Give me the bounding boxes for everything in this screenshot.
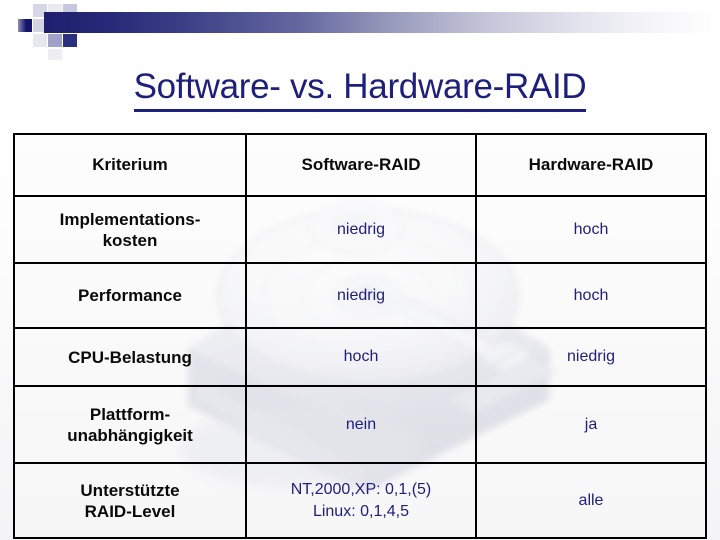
table-row: Plattform- unabhängigkeit nein ja xyxy=(13,385,707,464)
mosaic-square xyxy=(48,34,62,47)
column-header-software-raid: Software-RAID xyxy=(245,133,477,197)
value-line: niedrig xyxy=(336,286,386,304)
mosaic-square xyxy=(63,34,77,47)
criterion-line: Unterstützte xyxy=(80,480,180,500)
criterion-line: Plattform- xyxy=(89,404,171,424)
table-header-row: Kriterium Software-RAID Hardware-RAID xyxy=(13,133,707,197)
criterion-line: unabhängigkeit xyxy=(67,425,193,445)
cell-criterion: Implementations- kosten xyxy=(13,195,247,264)
value-line: nein xyxy=(345,415,377,433)
cell-software-value: nein xyxy=(245,385,477,464)
cell-software-value: NT,2000,XP: 0,1,(5) Linux: 0,1,4,5 xyxy=(245,462,477,539)
header-gradient-bar xyxy=(44,12,720,33)
value-line: ja xyxy=(584,415,598,433)
cell-hardware-value: niedrig xyxy=(475,327,707,387)
cell-criterion: Plattform- unabhängigkeit xyxy=(13,385,247,464)
value-line: Linux: 0,1,4,5 xyxy=(312,502,410,520)
slide-canvas: Software- vs. Hardware-RAID Kriterium So… xyxy=(0,0,720,540)
cell-criterion: CPU-Belastung xyxy=(13,327,247,387)
value-line: hoch xyxy=(573,286,609,304)
cell-software-value: niedrig xyxy=(245,262,477,329)
table-row: CPU-Belastung hoch niedrig xyxy=(13,327,707,387)
cell-hardware-value: ja xyxy=(475,385,707,464)
criterion-line: CPU-Belastung xyxy=(68,347,192,367)
table-row: Implementations- kosten niedrig hoch xyxy=(13,195,707,264)
cell-hardware-value: alle xyxy=(475,462,707,539)
value-line: hoch xyxy=(343,348,379,365)
value-line: hoch xyxy=(573,220,609,238)
criterion-line: Performance xyxy=(78,286,182,305)
value-line: NT,2000,XP: 0,1,(5) xyxy=(290,480,432,498)
table-body: Implementations- kosten niedrig hoch Per… xyxy=(13,195,707,539)
column-header-kriterium: Kriterium xyxy=(13,133,247,197)
table-row: Performance niedrig hoch xyxy=(13,262,707,329)
mosaic-fade-veil xyxy=(0,0,26,62)
value-line: niedrig xyxy=(566,348,616,365)
criterion-line: Implementations- xyxy=(59,209,201,229)
table-row: Unterstützte RAID-Level NT,2000,XP: 0,1,… xyxy=(13,462,707,539)
criterion-line: kosten xyxy=(102,230,158,250)
column-header-hardware-raid: Hardware-RAID xyxy=(475,133,707,197)
table-header: Kriterium Software-RAID Hardware-RAID xyxy=(13,133,707,197)
cell-criterion: Unterstützte RAID-Level xyxy=(13,462,247,539)
cell-software-value: niedrig xyxy=(245,195,477,264)
mosaic-square xyxy=(33,34,47,47)
cell-hardware-value: hoch xyxy=(475,262,707,329)
criterion-line: RAID-Level xyxy=(84,501,176,521)
value-line: alle xyxy=(578,491,604,509)
cell-hardware-value: hoch xyxy=(475,195,707,264)
value-line: niedrig xyxy=(336,220,386,238)
comparison-table: Kriterium Software-RAID Hardware-RAID Im… xyxy=(13,133,707,539)
cell-criterion: Performance xyxy=(13,262,247,329)
page-title-container: Software- vs. Hardware-RAID xyxy=(0,66,720,112)
mosaic-square xyxy=(48,49,62,60)
cell-software-value: hoch xyxy=(245,327,477,387)
page-title: Software- vs. Hardware-RAID xyxy=(133,66,587,112)
